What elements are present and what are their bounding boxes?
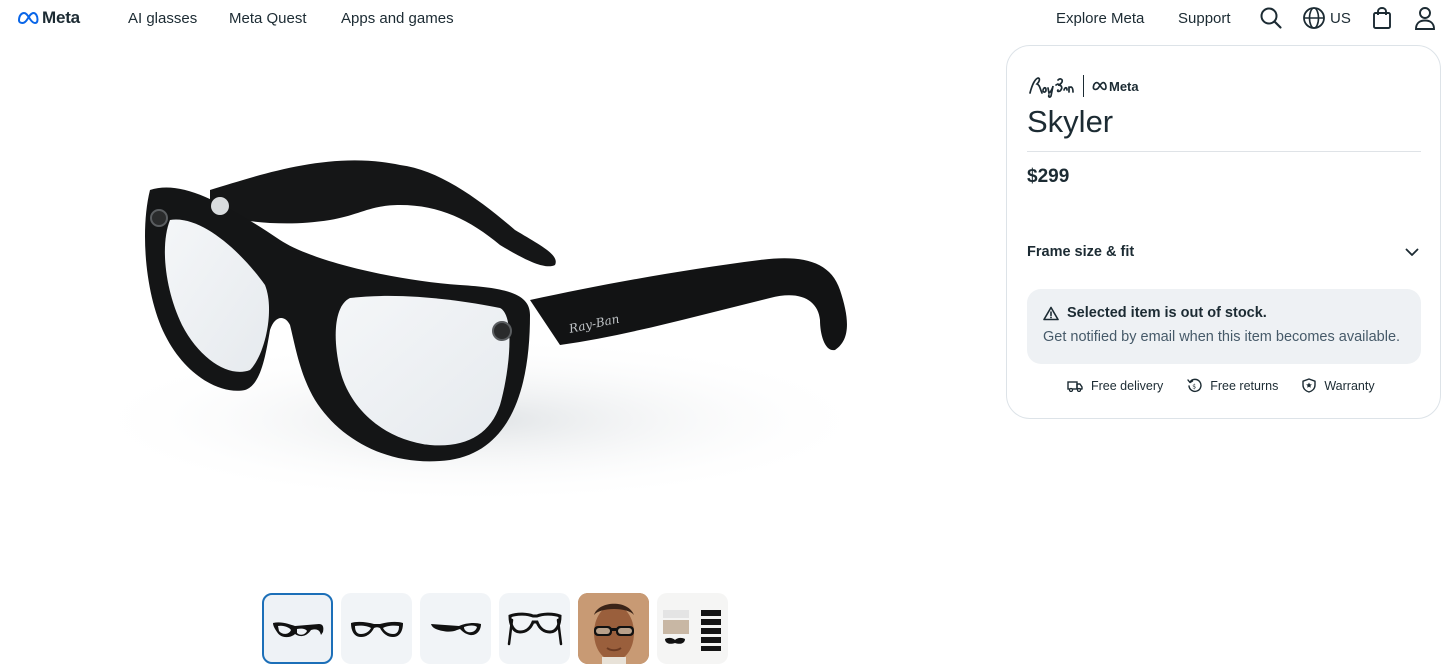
product-title: Skyler [1027, 104, 1114, 139]
top-navigation: Meta AI glasses Meta Quest Apps and game… [0, 0, 1456, 38]
frame-size-fit-label: Frame size & fit [1027, 244, 1135, 260]
warning-icon [1043, 306, 1059, 320]
thumbnail-front-view[interactable] [341, 593, 412, 664]
globe-icon [1303, 7, 1325, 29]
meta-partner-logo: Meta [1092, 79, 1139, 94]
meta-partner-text: Meta [1109, 78, 1139, 94]
product-price: $299 [1027, 166, 1070, 187]
nav-explore-meta[interactable]: Explore Meta [1056, 10, 1144, 27]
box-contents-image [662, 609, 721, 651]
thumbnail-side-angle-view[interactable] [420, 593, 491, 664]
brand-divider [1083, 75, 1084, 97]
nav-support[interactable]: Support [1178, 10, 1231, 27]
nav-apps-and-games[interactable]: Apps and games [341, 10, 454, 27]
stock-title-row: Selected item is out of stock. [1043, 305, 1267, 321]
nav-ai-glasses[interactable]: AI glasses [128, 10, 197, 27]
perk-free-delivery-label: Free delivery [1091, 378, 1164, 393]
meta-infinity-icon [17, 11, 39, 25]
product-details-card: Meta Skyler $299 Frame size & fit Select… [1006, 45, 1441, 419]
nav-meta-quest[interactable]: Meta Quest [229, 10, 307, 27]
stock-status-title: Selected item is out of stock. [1067, 305, 1267, 321]
region-label: US [1330, 9, 1351, 27]
thumbnail-angle-view[interactable] [262, 593, 333, 664]
perk-free-returns-label: Free returns [1210, 378, 1279, 393]
thumbnail-model-view[interactable] [578, 593, 649, 664]
ray-ban-logo [1029, 77, 1074, 98]
gallery-thumbnails [262, 593, 728, 664]
model-wearing-glasses-image [578, 593, 649, 664]
delivery-truck-icon [1067, 380, 1083, 392]
thumbnail-back-view[interactable] [499, 593, 570, 664]
shopping-bag-icon[interactable] [1371, 6, 1393, 30]
meta-infinity-small-icon [1092, 81, 1107, 91]
glasses-front-icon [350, 621, 403, 637]
glasses-illustration: Ray-Ban [80, 160, 880, 505]
chevron-down-icon [1405, 248, 1419, 256]
svg-text:$: $ [1192, 384, 1196, 391]
stock-status-description: Get notified by email when this item bec… [1043, 329, 1401, 345]
perk-warranty[interactable]: Warranty [1302, 378, 1375, 393]
perk-warranty-label: Warranty [1324, 378, 1375, 393]
brand-logos: Meta [1027, 73, 1139, 99]
perk-free-returns[interactable]: $ Free returns [1187, 378, 1278, 393]
meta-logo-text: Meta [42, 8, 80, 27]
account-icon[interactable] [1414, 6, 1436, 30]
returns-icon: $ [1187, 378, 1202, 392]
meta-logo[interactable]: Meta [17, 8, 80, 28]
glasses-angle-icon [272, 621, 323, 637]
thumbnail-box-contents[interactable] [657, 593, 728, 664]
title-divider [1027, 151, 1421, 152]
glasses-side-icon [430, 622, 481, 635]
out-of-stock-notice: Selected item is out of stock. Get notif… [1027, 289, 1421, 364]
region-selector[interactable]: US [1302, 6, 1351, 30]
glasses-back-icon [507, 612, 562, 645]
purchase-perks: Free delivery $ Free returns Warranty [1067, 378, 1399, 393]
perk-free-delivery[interactable]: Free delivery [1067, 379, 1163, 393]
product-hero-image[interactable]: Ray-Ban [60, 120, 900, 540]
search-icon[interactable] [1259, 6, 1283, 30]
warranty-shield-icon [1302, 378, 1317, 393]
frame-size-fit-accordion[interactable]: Frame size & fit [1027, 244, 1421, 260]
